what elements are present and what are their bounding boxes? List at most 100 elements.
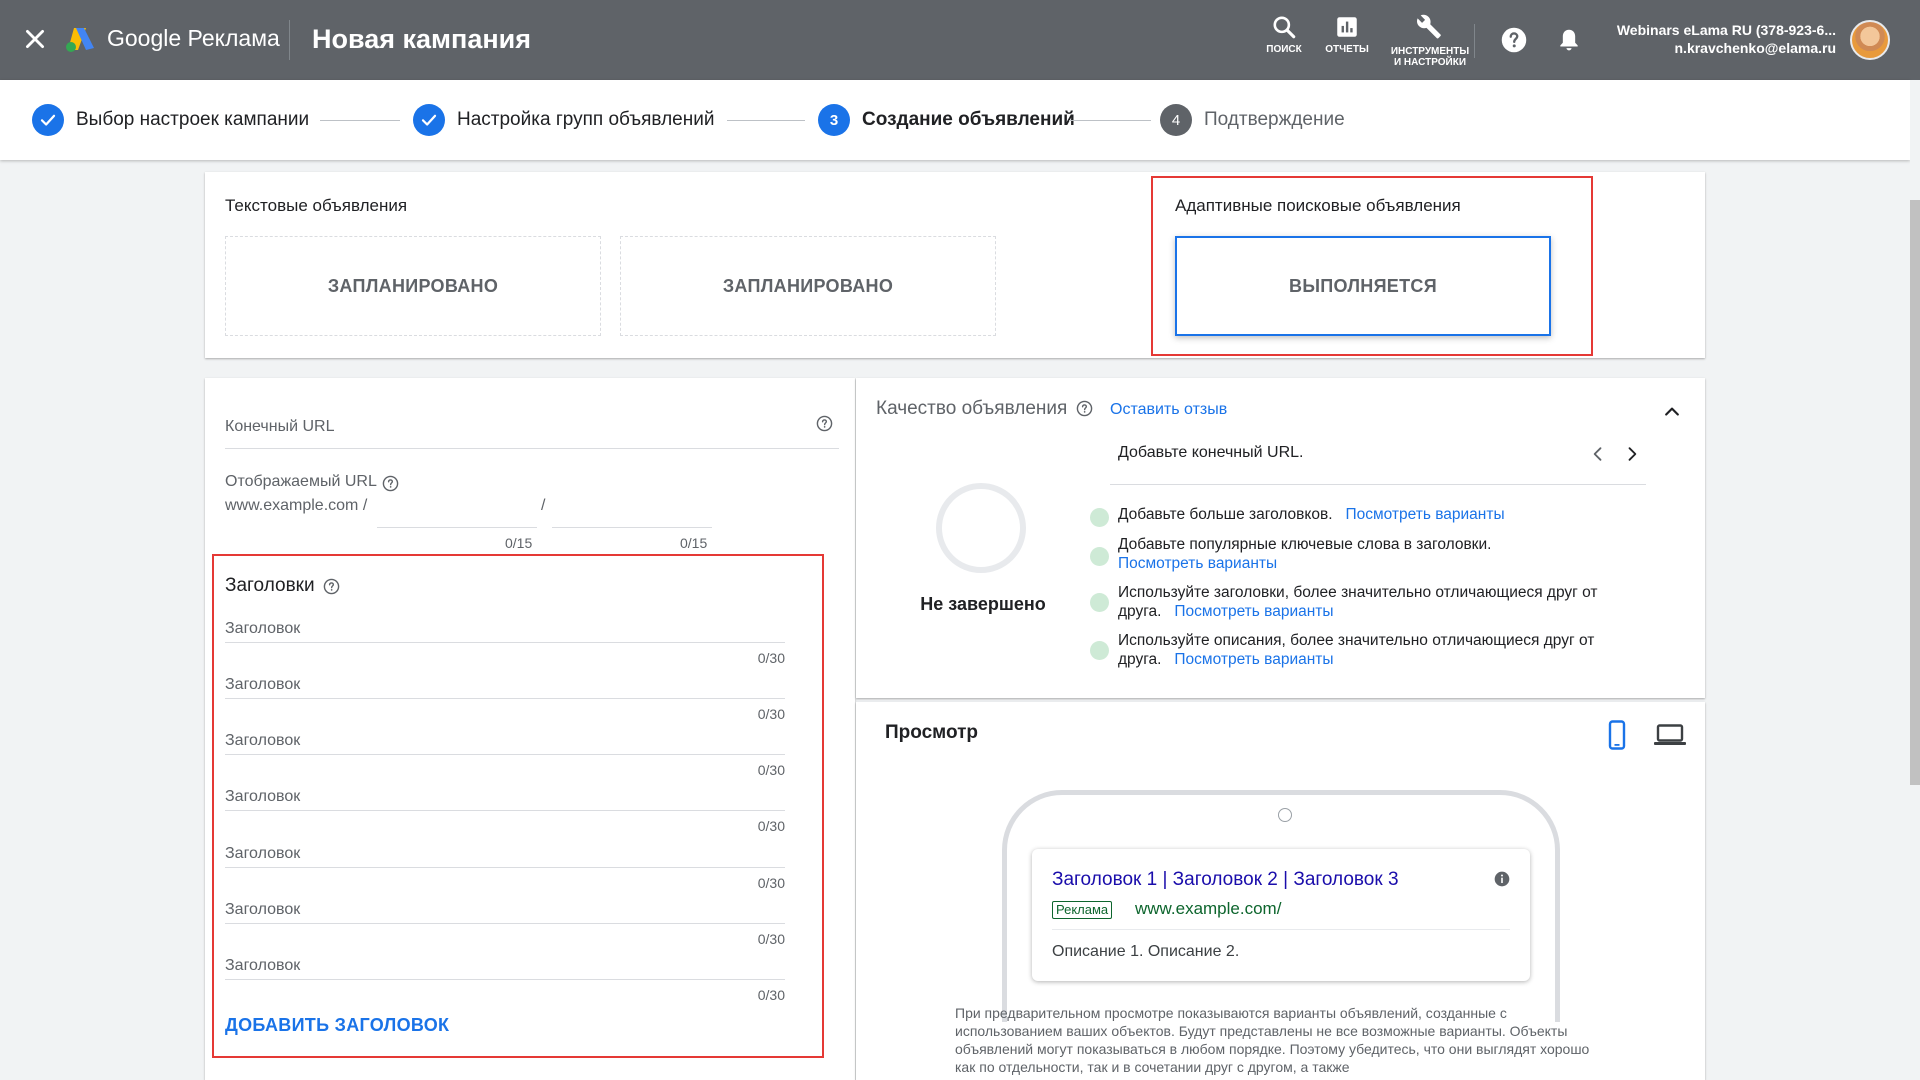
laptop-icon[interactable] xyxy=(1654,724,1686,746)
help-icon[interactable] xyxy=(1500,26,1528,54)
headline-counter: 0/30 xyxy=(757,706,785,722)
headline-input[interactable]: Заголовок 0/30 xyxy=(225,674,785,730)
step-ad-groups[interactable]: Настройка групп объявлений xyxy=(413,104,714,136)
help-circle-icon[interactable] xyxy=(323,578,340,595)
headline-placeholder: Заголовок xyxy=(225,620,301,637)
step-connector xyxy=(320,120,400,121)
view-options-link[interactable]: Посмотреть варианты xyxy=(1174,603,1333,620)
google-ads-logo-icon xyxy=(66,28,94,52)
reports-button[interactable]: ОТЧЕТЫ xyxy=(1320,14,1374,55)
campaign-stepper: Выбор настроек кампании Настройка групп … xyxy=(0,80,1910,160)
help-circle-icon[interactable] xyxy=(382,475,399,492)
headline-underline xyxy=(225,867,785,868)
step-campaign-settings[interactable]: Выбор настроек кампании xyxy=(32,104,309,136)
suggestion-text: Добавьте популярные ключевые слова в заг… xyxy=(1118,536,1492,553)
headline-input[interactable]: Заголовок 0/30 xyxy=(225,786,785,842)
suggestion-dot-icon xyxy=(1090,641,1109,660)
add-headline-button[interactable]: ДОБАВИТЬ ЗАГОЛОВОК xyxy=(225,1015,449,1036)
view-options-link[interactable]: Посмотреть варианты xyxy=(1345,506,1504,523)
headline-placeholder: Заголовок xyxy=(225,957,301,974)
help-circle-icon[interactable] xyxy=(816,415,833,432)
headline-input[interactable]: Заголовок 0/30 xyxy=(225,899,785,955)
text-ad-slot-2[interactable]: ЗАПЛАНИРОВАНО xyxy=(620,236,996,336)
scrollbar-thumb[interactable] xyxy=(1910,200,1920,785)
step-confirmation[interactable]: 4 Подтверждение xyxy=(1160,104,1345,136)
chevron-up-icon[interactable] xyxy=(1662,402,1682,422)
step-connector xyxy=(727,120,805,121)
responsive-ads-label: Адаптивные поисковые объявления xyxy=(1175,196,1461,215)
info-icon[interactable] xyxy=(1494,871,1510,887)
mobile-device-icon[interactable] xyxy=(1608,720,1626,750)
quality-suggestion: Используйте заголовки, более значительно… xyxy=(1090,583,1648,621)
headline-placeholder: Заголовок xyxy=(225,788,301,805)
headline-input[interactable]: Заголовок 0/30 xyxy=(225,618,785,674)
view-options-link[interactable]: Посмотреть варианты xyxy=(1174,651,1333,668)
headline-underline xyxy=(225,979,785,980)
headline-underline xyxy=(225,698,785,699)
path1-input[interactable] xyxy=(377,527,537,528)
step-label: Подтверждение xyxy=(1204,109,1345,130)
notifications-bell-icon[interactable] xyxy=(1556,26,1582,54)
check-icon xyxy=(413,104,445,136)
headline-underline xyxy=(225,923,785,924)
chevron-right-icon[interactable] xyxy=(1622,442,1642,466)
suggestion-dot-icon xyxy=(1090,547,1109,566)
check-icon xyxy=(32,104,64,136)
quality-suggestion: Используйте описания, более значительно … xyxy=(1090,631,1648,669)
path1-counter: 0/15 xyxy=(505,535,533,551)
page-title: Новая кампания xyxy=(312,24,531,54)
step-number: 3 xyxy=(818,104,850,136)
chevron-left-icon[interactable] xyxy=(1588,442,1608,466)
leave-feedback-link[interactable]: Оставить отзыв xyxy=(1110,401,1227,419)
top-app-bar: Google Реклама Новая кампания ПОИСК ОТЧЕ… xyxy=(0,0,1920,80)
headline-counter: 0/30 xyxy=(757,762,785,778)
headline-input[interactable]: Заголовок 0/30 xyxy=(225,955,785,1011)
display-url-label: Отображаемый URL xyxy=(225,473,377,490)
tools-and-settings-button[interactable]: ИНСТРУМЕНТЫ И НАСТРОЙКИ xyxy=(1386,14,1474,68)
final-url-underline xyxy=(225,448,839,449)
divider xyxy=(1052,929,1510,930)
headline-input[interactable]: Заголовок 0/30 xyxy=(225,730,785,786)
ad-form-card: Конечный URL Отображаемый URL www.exampl… xyxy=(205,378,855,1080)
headline-placeholder: Заголовок xyxy=(225,901,301,918)
search-button[interactable]: ПОИСК xyxy=(1262,14,1306,55)
step-label: Создание объявлений xyxy=(862,109,1075,130)
headlines-title: Заголовки xyxy=(225,575,315,596)
search-icon xyxy=(1273,16,1296,39)
suggestion-text: Добавьте больше заголовков. xyxy=(1118,506,1333,523)
headline-placeholder: Заголовок xyxy=(225,845,301,862)
preview-card: Просмотр Заголовок 1 | Заголовок 2 | Заг… xyxy=(856,702,1705,1080)
step-label: Выбор настроек кампании xyxy=(76,109,310,130)
text-ad-slot-1[interactable]: ЗАПЛАНИРОВАНО xyxy=(225,236,601,336)
step-create-ads[interactable]: 3 Создание объявлений xyxy=(818,104,1075,136)
final-url-field[interactable]: Конечный URL xyxy=(225,418,334,436)
ad-preview: Заголовок 1 | Заголовок 2 | Заголовок 3 … xyxy=(1032,849,1530,981)
account-info[interactable]: Webinars eLama RU (378-923-6... n.kravch… xyxy=(1617,21,1836,57)
ad-quality-title: Качество объявления xyxy=(876,398,1068,419)
headline-counter: 0/30 xyxy=(757,875,785,891)
avatar[interactable] xyxy=(1850,20,1890,60)
path2-input[interactable] xyxy=(552,527,712,528)
phone-camera-icon xyxy=(1278,808,1292,822)
text-ads-label: Текстовые объявления xyxy=(225,196,408,215)
divider xyxy=(1110,484,1646,485)
quality-suggestion: Добавьте популярные ключевые слова в заг… xyxy=(1090,535,1648,573)
help-circle-icon[interactable] xyxy=(1076,400,1093,417)
slot-status: ЗАПЛАНИРОВАНО xyxy=(327,275,499,296)
headline-input[interactable]: Заголовок 0/30 xyxy=(225,843,785,899)
quality-status: Не завершено xyxy=(920,594,1046,614)
responsive-ad-slot[interactable]: ВЫПОЛНЯЕТСЯ xyxy=(1175,236,1551,336)
view-options-link[interactable]: Посмотреть варианты xyxy=(1118,555,1277,572)
step-number: 4 xyxy=(1160,104,1192,136)
close-icon[interactable] xyxy=(22,26,48,52)
suggestion-dot-icon xyxy=(1090,593,1109,612)
ad-types-card: Текстовые объявления ЗАПЛАНИРОВАНО ЗАПЛА… xyxy=(205,172,1705,358)
slot-status: ВЫПОЛНЯЕТСЯ xyxy=(1289,275,1437,296)
tools-label-line1: ИНСТРУМЕНТЫ xyxy=(1390,46,1470,57)
topbar-divider xyxy=(1474,24,1475,58)
quality-suggestion: Добавьте больше заголовков. Посмотреть в… xyxy=(1090,505,1648,527)
account-email: n.kravchenko@elama.ru xyxy=(1674,40,1837,56)
topbar-divider xyxy=(289,20,290,60)
step-connector xyxy=(1069,120,1151,121)
headline-counter: 0/30 xyxy=(757,987,785,1003)
